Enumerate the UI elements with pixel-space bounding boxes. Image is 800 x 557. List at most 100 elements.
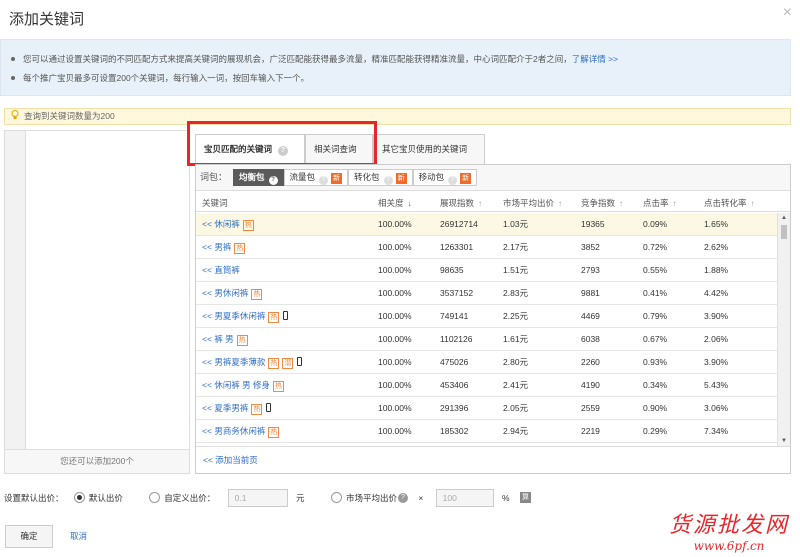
radio-default-bid[interactable] bbox=[73, 492, 85, 504]
keyword-text[interactable]: 裤 男 bbox=[214, 334, 233, 344]
cell-ctr: 0.93% bbox=[643, 357, 668, 367]
keyword-cell: << 男夏季休闲裤热 bbox=[202, 305, 289, 327]
keyword-cell: << 裤 男热 bbox=[202, 328, 248, 350]
table-body: << 休闲裤热 100.00% 26912714 1.03元 19365 0.09% 1.6… bbox=[196, 213, 777, 446]
tab-matched-keywords[interactable]: 宝贝匹配的关键词? bbox=[195, 134, 305, 165]
calculator-icon[interactable]: 算 bbox=[519, 492, 531, 504]
package-traffic[interactable]: 流量包? 新 bbox=[283, 169, 349, 186]
custom-bid-option-label: 自定义出价： bbox=[164, 492, 216, 503]
sort-desc-icon[interactable]: ↓ bbox=[408, 195, 412, 212]
cell-avg-bid: 2.41元 bbox=[503, 380, 529, 390]
sort-asc-icon[interactable]: ↑ bbox=[478, 195, 482, 212]
table-row: << 直筒裤 100.00% 98635 1.51元 2793 0.55% 1.88% bbox=[196, 259, 777, 282]
cell-relevance: 100.00% bbox=[378, 311, 412, 321]
keyword-cell: << 男裤夏季薄款热潜 bbox=[202, 351, 303, 373]
help-icon[interactable]: ? bbox=[383, 176, 393, 185]
cell-relevance: 100.00% bbox=[378, 288, 412, 298]
tab-related-search[interactable]: 相关词查询 bbox=[305, 134, 373, 164]
add-keyword-link[interactable]: << bbox=[202, 403, 212, 413]
keyword-text[interactable]: 男休闲裤 bbox=[214, 288, 248, 298]
package-mobile[interactable]: 移动包? 新 bbox=[412, 169, 478, 186]
radio-market-bid[interactable] bbox=[330, 492, 342, 504]
add-keyword-link[interactable]: << bbox=[202, 265, 212, 275]
keyword-text[interactable]: 男夏季休闲裤 bbox=[214, 311, 265, 321]
dialog-title: 添加关键词 bbox=[9, 11, 85, 28]
cell-relevance: 100.00% bbox=[378, 357, 412, 367]
cell-ctr: 0.41% bbox=[643, 288, 668, 298]
keyword-text[interactable]: 男裤 bbox=[214, 242, 231, 252]
sort-asc-icon[interactable]: ↑ bbox=[558, 195, 562, 212]
help-icon[interactable]: ? bbox=[278, 146, 289, 156]
cell-cvr: 2.62% bbox=[704, 242, 729, 252]
keyword-text[interactable]: 休闲裤 bbox=[214, 219, 240, 229]
header-cvr[interactable]: 点击转化率 ↑ bbox=[704, 195, 755, 212]
add-keyword-link[interactable]: << bbox=[202, 334, 212, 344]
help-icon[interactable]: ? bbox=[268, 176, 278, 185]
cell-competition: 6038 bbox=[581, 334, 600, 344]
table-row: << 男夏季休闲裤热 100.00% 749141 2.25元 4469 0.79% 3.9… bbox=[196, 305, 777, 328]
sort-asc-icon[interactable]: ↑ bbox=[673, 195, 677, 212]
add-keyword-link[interactable]: << bbox=[202, 380, 212, 390]
scroll-up-icon[interactable]: ▲ bbox=[778, 213, 790, 223]
add-keyword-link[interactable]: << bbox=[202, 357, 212, 367]
package-conversion[interactable]: 转化包? 新 bbox=[348, 169, 413, 186]
market-percent-unit: % bbox=[502, 492, 510, 503]
add-keyword-link[interactable]: << bbox=[202, 242, 212, 252]
keyword-input-area[interactable] bbox=[26, 131, 189, 449]
header-impressions[interactable]: 展现指数 ↑ bbox=[440, 195, 482, 212]
default-bid-row: 设置默认出价： 默认出价 自定义出价： 元 市场平均出价? × % 算 bbox=[4, 487, 531, 507]
close-icon[interactable]: × bbox=[783, 4, 792, 22]
cell-cvr: 2.06% bbox=[704, 334, 729, 344]
learn-more-link[interactable]: 了解详情 >> bbox=[572, 54, 618, 64]
cell-impressions: 749141 bbox=[440, 311, 469, 321]
add-keyword-link[interactable]: << bbox=[202, 426, 212, 436]
keyword-text[interactable]: 男裤夏季薄款 bbox=[214, 357, 265, 367]
header-ctr[interactable]: 点击率 ↑ bbox=[643, 195, 677, 212]
watermark-logo: 货源批发网 www.6pf.cn bbox=[664, 513, 794, 553]
keyword-text[interactable]: 直筒裤 bbox=[214, 265, 240, 275]
header-competition[interactable]: 竞争指数 ↑ bbox=[581, 195, 623, 212]
help-icon[interactable]: ? bbox=[319, 176, 329, 185]
custom-bid-input[interactable] bbox=[227, 488, 288, 507]
mobile-phone-icon bbox=[266, 403, 272, 412]
hot-tag: 热 bbox=[268, 358, 280, 369]
package-balanced[interactable]: 均衡包? bbox=[233, 169, 284, 186]
table-scrollbar[interactable]: ▲ ▼ bbox=[777, 213, 790, 446]
hot-tag: 热 bbox=[234, 243, 246, 254]
cell-avg-bid: 2.94元 bbox=[503, 426, 529, 436]
cell-relevance: 100.00% bbox=[378, 403, 412, 413]
tab-other-items-keywords[interactable]: 其它宝贝使用的关键词 bbox=[373, 134, 485, 164]
help-icon[interactable]: ? bbox=[397, 492, 408, 503]
default-bid-label: 设置默认出价： bbox=[4, 492, 64, 503]
cell-impressions: 475026 bbox=[440, 357, 469, 367]
keyword-cell: << 男休闲裤热 bbox=[202, 282, 263, 304]
sort-asc-icon[interactable]: ↑ bbox=[751, 195, 755, 212]
add-keyword-link[interactable]: << bbox=[202, 311, 212, 321]
cell-ctr: 0.72% bbox=[643, 242, 668, 252]
mobile-phone-icon bbox=[297, 357, 303, 366]
sort-asc-icon[interactable]: ↑ bbox=[619, 195, 623, 212]
cancel-link[interactable]: 取消 bbox=[70, 530, 87, 542]
add-keyword-link[interactable]: << bbox=[202, 219, 212, 229]
scroll-down-icon[interactable]: ▼ bbox=[778, 436, 790, 446]
cell-ctr: 0.55% bbox=[643, 265, 668, 275]
cell-cvr: 3.90% bbox=[704, 311, 729, 321]
keyword-text[interactable]: 男商务休闲裤 bbox=[214, 426, 265, 436]
cell-cvr: 3.90% bbox=[704, 357, 729, 367]
confirm-button[interactable]: 确定 bbox=[5, 525, 53, 548]
hot-tag: 热 bbox=[251, 289, 263, 300]
keyword-text[interactable]: 夏季男裤 bbox=[214, 403, 248, 413]
help-icon[interactable]: ? bbox=[448, 176, 458, 185]
scroll-thumb[interactable] bbox=[781, 225, 787, 239]
keyword-text[interactable]: 休闲裤 男 修身 bbox=[214, 380, 270, 390]
add-current-page-link[interactable]: << 添加当前页 bbox=[203, 455, 258, 465]
hot-tag: 热 bbox=[251, 404, 263, 415]
add-keyword-link[interactable]: << bbox=[202, 288, 212, 298]
radio-custom-bid[interactable] bbox=[149, 492, 161, 504]
header-relevance[interactable]: 相关度 ↓ bbox=[378, 195, 412, 212]
cell-avg-bid: 1.51元 bbox=[503, 265, 529, 275]
new-badge: 新 bbox=[331, 173, 343, 184]
cell-impressions: 1102126 bbox=[440, 334, 473, 344]
market-percent-input[interactable] bbox=[435, 488, 494, 507]
header-avg-bid[interactable]: 市场平均出价 ↑ bbox=[503, 195, 562, 212]
